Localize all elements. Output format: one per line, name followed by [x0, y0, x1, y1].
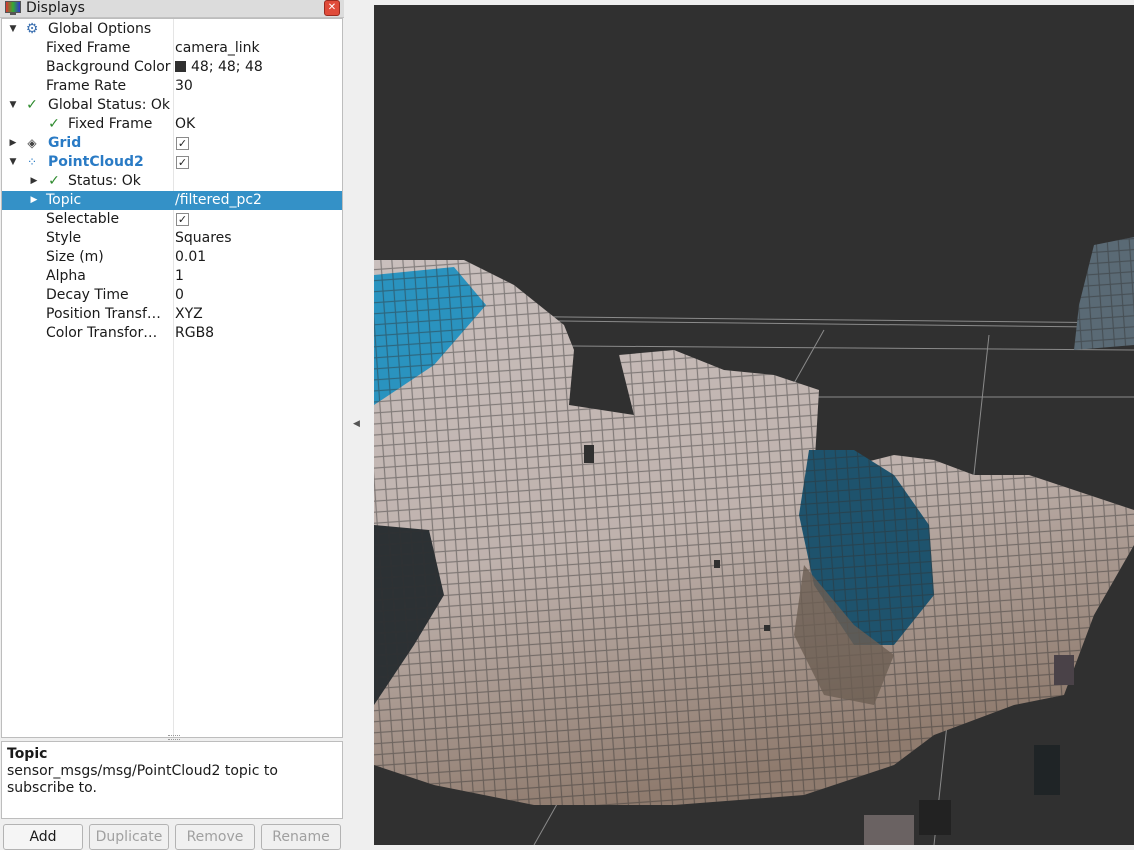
color-value: 48; 48; 48 [191, 59, 263, 75]
property-label: Fixed Frame [68, 116, 153, 132]
render-viewport[interactable] [374, 5, 1134, 845]
chevron-right-icon[interactable]: ▶ [29, 191, 39, 210]
property-value[interactable]: XYZ [175, 305, 203, 324]
property-frame-rate[interactable]: Frame Rate 30 [2, 77, 342, 96]
property-label: Topic [46, 192, 82, 208]
status-fixed-frame[interactable]: ✓ Fixed Frame OK [2, 115, 342, 134]
tree-item-label: Status: Ok [68, 173, 141, 189]
close-icon[interactable]: ✕ [324, 0, 340, 16]
property-value[interactable]: camera_link [175, 39, 260, 58]
tree-item-global-options[interactable]: ▼ ⚙ Global Options [2, 20, 342, 39]
tree-item-status[interactable]: ▶ ✓ Status: Ok [2, 172, 342, 191]
grid-enabled-checkbox[interactable]: ✓ [176, 137, 189, 150]
property-label: Color Transfor… [46, 325, 158, 341]
property-decay-time[interactable]: Decay Time 0 [2, 286, 342, 305]
tree-item-grid[interactable]: ▶ ◈ Grid ✓ [2, 134, 342, 153]
property-label: Selectable [46, 211, 120, 227]
property-style[interactable]: Style Squares [2, 229, 342, 248]
property-label: Size (m) [46, 249, 104, 265]
property-background-color[interactable]: Background Color 48; 48; 48 [2, 58, 342, 77]
tree-item-label: Global Status: Ok [48, 97, 171, 113]
property-selectable[interactable]: Selectable ✓ [2, 210, 342, 229]
duplicate-button[interactable]: Duplicate [89, 824, 169, 850]
pointcloud-icon: ⁘ [26, 155, 38, 169]
property-value[interactable]: Squares [175, 229, 232, 248]
property-label: Style [46, 230, 82, 246]
panel-titlebar: Displays ✕ [0, 0, 344, 18]
property-value[interactable]: 0 [175, 286, 184, 305]
selectable-checkbox[interactable]: ✓ [176, 213, 189, 226]
property-topic[interactable]: ▶ Topic /filtered_pc2 [2, 191, 342, 210]
tree-item-global-status[interactable]: ▼ ✓ Global Status: Ok [2, 96, 342, 115]
property-label: Frame Rate [46, 78, 127, 94]
panel-title: Displays [26, 0, 85, 16]
check-icon: ✓ [26, 97, 38, 113]
property-value[interactable]: 30 [175, 77, 193, 96]
add-button[interactable]: Add [3, 824, 83, 850]
check-icon: ✓ [48, 116, 60, 132]
property-label: Position Transf… [46, 306, 161, 322]
property-color-transformer[interactable]: Color Transfor… RGB8 [2, 324, 342, 343]
help-box: Topic sensor_msgs/msg/PointCloud2 topic … [1, 741, 343, 819]
property-fixed-frame[interactable]: Fixed Frame camera_link [2, 39, 342, 58]
pointcloud2-enabled-checkbox[interactable]: ✓ [176, 156, 189, 169]
tree-item-label: Grid [48, 135, 82, 151]
chevron-down-icon[interactable]: ▼ [8, 153, 18, 172]
help-title: Topic [7, 746, 48, 762]
property-label: Fixed Frame [46, 40, 131, 56]
tree-item-pointcloud2[interactable]: ▼ ⁘ PointCloud2 ✓ [2, 153, 342, 172]
display-tree[interactable]: ▼ ⚙ Global Options Fixed Frame camera_li… [1, 18, 343, 740]
monitor-icon [5, 1, 21, 15]
help-text: sensor_msgs/msg/PointCloud2 topic to sub… [7, 763, 278, 796]
chevron-down-icon[interactable]: ▼ [8, 20, 18, 39]
panel-splitter[interactable]: ◀ [344, 0, 374, 850]
chevron-right-icon[interactable]: ▶ [8, 134, 18, 153]
property-value[interactable]: 0.01 [175, 248, 206, 267]
property-value[interactable]: 1 [175, 267, 184, 286]
property-value: OK [175, 116, 196, 132]
property-value[interactable]: RGB8 [175, 324, 214, 343]
check-icon: ✓ [48, 173, 60, 189]
property-label: Background Color [46, 59, 171, 75]
property-value[interactable]: /filtered_pc2 [175, 191, 262, 210]
chevron-right-icon[interactable]: ▶ [29, 172, 39, 191]
remove-button[interactable]: Remove [175, 824, 255, 850]
property-alpha[interactable]: Alpha 1 [2, 267, 342, 286]
tree-item-label: Global Options [48, 21, 152, 37]
property-label: Alpha [46, 268, 86, 284]
color-swatch [175, 61, 186, 72]
property-size[interactable]: Size (m) 0.01 [2, 248, 342, 267]
collapse-arrow-icon[interactable]: ◀ [353, 419, 360, 429]
pointcloud-render [374, 237, 1134, 845]
property-position-transformer[interactable]: Position Transf… XYZ [2, 305, 342, 324]
displays-panel: Displays ✕ ▼ ⚙ Global Options Fixed Fram… [0, 0, 344, 850]
property-value[interactable]: 48; 48; 48 [175, 58, 263, 77]
pointcloud-surface [374, 237, 1134, 845]
gear-icon: ⚙ [25, 21, 39, 37]
rename-button[interactable]: Rename [261, 824, 341, 850]
tree-item-label: PointCloud2 [48, 154, 144, 170]
property-label: Decay Time [46, 287, 129, 303]
chevron-down-icon[interactable]: ▼ [8, 96, 18, 115]
resize-handle[interactable] [168, 735, 180, 740]
grid-icon: ◈ [27, 136, 37, 150]
